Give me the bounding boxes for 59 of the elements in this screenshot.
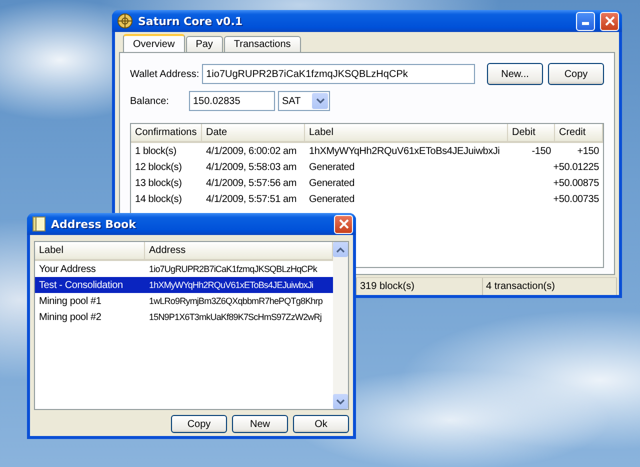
table-cell-text: 4/1/2009, 5:57:56 am <box>205 176 298 190</box>
close-icon[interactable] <box>338 219 348 229</box>
scrollbar[interactable] <box>333 242 348 409</box>
list-cell[interactable]: 15N9P1X6T3mkUaKf89K7ScHmS97ZzW2wRj <box>145 309 333 325</box>
list-cell[interactable]: Mining pool #1 <box>35 293 145 309</box>
close-button[interactable] <box>334 214 353 234</box>
minimize-button[interactable] <box>576 12 595 30</box>
table-cell-text: +50.00735 <box>555 192 600 206</box>
table-cell-text: 12 block(s) <box>134 160 183 174</box>
column-header[interactable]: Date <box>202 124 305 143</box>
column-header[interactable]: Credit <box>555 124 603 143</box>
column-header[interactable]: Label <box>35 242 145 261</box>
status-text: 4 transaction(s) <box>483 278 617 295</box>
column-header[interactable]: Confirmations <box>131 124 202 143</box>
column-header[interactable]: Debit <box>508 124 555 143</box>
table-cell-text: 4/1/2009, 5:57:51 am <box>205 192 298 206</box>
list-cell[interactable]: Mining pool #2 <box>35 309 145 325</box>
button[interactable]: New <box>232 415 288 433</box>
tab[interactable]: Pay <box>186 36 223 52</box>
scroll-up-icon[interactable] <box>336 246 345 252</box>
column-header[interactable]: Label <box>305 124 508 143</box>
table-cell-text: 1hXMyWYqHh2RQuV61xEToBs4JEJuiwbxJi <box>308 144 501 158</box>
table-cell-text: Generated <box>308 160 356 174</box>
table-cell-text: Generated <box>308 192 356 206</box>
address-field[interactable]: 1io7UgRUPR2B7iCaK1fzmqJKSQBLzHqCPk <box>202 64 475 84</box>
table-cell-text: 4/1/2009, 6:00:02 am <box>205 144 298 158</box>
list-cell[interactable]: 1hXMyWYqHh2RQuV61xEToBs4JEJuiwbxJi <box>145 277 333 293</box>
tab[interactable]: Transactions <box>224 36 301 52</box>
column-header[interactable]: Address <box>145 242 333 261</box>
button[interactable]: Ok <box>293 415 349 433</box>
unit-dropdown[interactable]: SAT <box>278 91 330 111</box>
list-cell[interactable]: Test - Consolidation <box>35 277 145 293</box>
table-cell-text: +150 <box>576 144 600 158</box>
book-icon <box>32 216 46 232</box>
field-label: Balance: <box>130 96 170 106</box>
button[interactable]: New... <box>487 63 543 85</box>
tab[interactable]: Overview <box>123 34 185 52</box>
balance-field[interactable]: 150.02835 <box>189 91 275 111</box>
window-title: Saturn Core v0.1 <box>138 14 244 28</box>
button[interactable]: Copy <box>171 415 227 433</box>
scroll-down-icon[interactable] <box>336 398 345 404</box>
table-cell-text: 1 block(s) <box>134 144 178 158</box>
status-text: 319 block(s) <box>357 278 483 295</box>
table-cell-text: +50.00875 <box>555 176 600 190</box>
table-cell-text: 4/1/2009, 5:58:03 am <box>205 160 298 174</box>
table-cell-text: -150 <box>530 144 552 158</box>
window-title: Address Book <box>51 218 137 230</box>
list-cell[interactable]: 1wLRo9RymjBm3Z6QXqbbmR7hePQTg8Khrp <box>145 293 333 309</box>
list-cell[interactable]: 1io7UgRUPR2B7iCaK1fzmqJKSQBLzHqCPk <box>145 261 333 277</box>
close-button[interactable] <box>600 12 619 30</box>
table-cell-text: 13 block(s) <box>134 176 183 190</box>
close-icon[interactable] <box>604 16 614 26</box>
app-icon <box>117 13 133 29</box>
table-cell-text: Generated <box>308 176 356 190</box>
table-cell-text: 14 block(s) <box>134 192 183 206</box>
button[interactable]: Copy <box>548 63 604 85</box>
field-label: Wallet Address: <box>130 68 200 80</box>
list-cell[interactable]: Your Address <box>35 261 145 277</box>
table-cell-text: +50.01225 <box>555 160 600 174</box>
